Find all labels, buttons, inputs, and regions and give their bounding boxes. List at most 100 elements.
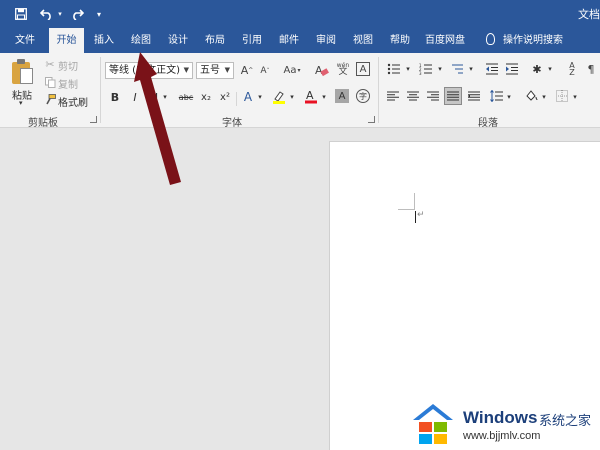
customize-toolbar-icon[interactable]: ▾ bbox=[94, 6, 104, 22]
copy-button[interactable]: 复制 bbox=[58, 76, 78, 91]
tab-baidu-netdisk[interactable]: 百度网盘 bbox=[420, 28, 470, 53]
copy-icon bbox=[44, 76, 56, 88]
highlight-icon[interactable] bbox=[271, 89, 287, 105]
group-divider bbox=[100, 57, 101, 123]
redo-icon[interactable] bbox=[69, 6, 85, 22]
highlight-swatch bbox=[273, 101, 285, 104]
font-group-label: 字体 bbox=[222, 118, 242, 129]
clear-formatting-icon[interactable]: A bbox=[314, 62, 330, 78]
tab-view[interactable]: 视图 bbox=[346, 28, 380, 53]
font-size-value: 五号 bbox=[200, 65, 220, 76]
increase-indent-icon[interactable] bbox=[504, 62, 520, 76]
ribbon-tabs: 文件 开始 插入 绘图 设计 布局 引用 邮件 审阅 视图 帮助 百度网盘 操作… bbox=[0, 28, 600, 53]
numbering-icon[interactable]: 123 bbox=[418, 62, 434, 76]
highlight-dropdown-icon[interactable]: ▾ bbox=[288, 89, 296, 105]
document-page[interactable] bbox=[329, 141, 600, 450]
tab-layout[interactable]: 布局 bbox=[198, 28, 232, 53]
tab-draw[interactable]: 绘图 bbox=[124, 28, 158, 53]
title-bar: ▾ ▾ 文档 bbox=[0, 0, 600, 28]
character-border-button[interactable]: A bbox=[356, 62, 370, 76]
shading-dropdown-icon[interactable]: ▾ bbox=[540, 89, 548, 105]
group-divider bbox=[236, 92, 237, 106]
change-case-label: Aa bbox=[283, 64, 297, 76]
borders-icon[interactable] bbox=[555, 89, 569, 103]
ribbon-home: 粘贴 ▾ ✂ 剪切 复制 格式刷 剪贴板 等线 (中文正文) ▼ 五号 ▼ A ^ A… bbox=[0, 53, 600, 129]
watermark-brand: Windows bbox=[463, 408, 538, 427]
show-marks-icon[interactable]: ¶ bbox=[584, 62, 598, 76]
underline-dropdown-icon[interactable]: ▾ bbox=[161, 89, 169, 105]
sort-icon[interactable]: AZ bbox=[564, 61, 580, 77]
italic-button[interactable]: I bbox=[129, 89, 141, 105]
clipboard-group-label: 剪贴板 bbox=[28, 118, 58, 129]
align-center-icon[interactable] bbox=[406, 89, 420, 103]
tell-me-search[interactable]: 操作说明搜索 bbox=[486, 28, 563, 53]
tab-insert[interactable]: 插入 bbox=[87, 28, 121, 53]
margin-mark bbox=[398, 209, 415, 210]
paragraph-mark-icon: ↵ bbox=[417, 210, 425, 220]
cut-button[interactable]: 剪切 bbox=[58, 58, 78, 73]
svg-text:A: A bbox=[306, 89, 314, 102]
undo-icon[interactable] bbox=[38, 6, 54, 22]
underline-button[interactable]: U bbox=[148, 89, 160, 105]
chevron-down-icon: ▼ bbox=[183, 66, 189, 74]
text-effects-dropdown-icon[interactable]: ▾ bbox=[256, 89, 264, 105]
watermark-url: www.bjjmlv.com bbox=[463, 430, 541, 442]
shrink-font-button[interactable]: Aˇ bbox=[258, 63, 272, 79]
asian-layout-dropdown-icon[interactable]: ▾ bbox=[546, 61, 554, 77]
align-right-icon[interactable] bbox=[426, 89, 440, 103]
asian-layout-icon[interactable]: ✱ bbox=[529, 61, 545, 77]
tab-help[interactable]: 帮助 bbox=[383, 28, 417, 53]
bullets-dropdown-icon[interactable]: ▾ bbox=[404, 61, 412, 77]
font-size-combo[interactable]: 五号 ▼ bbox=[196, 62, 234, 79]
strikethrough-button[interactable]: abc bbox=[177, 89, 195, 105]
line-spacing-icon[interactable] bbox=[489, 89, 503, 103]
svg-text:A: A bbox=[315, 64, 323, 77]
font-name-combo[interactable]: 等线 (中文正文) ▼ bbox=[105, 62, 193, 79]
superscript-button[interactable]: x² bbox=[218, 89, 232, 105]
grow-font-label: A bbox=[240, 63, 249, 77]
font-name-value: 等线 (中文正文) bbox=[109, 65, 180, 76]
grow-font-button[interactable]: A ^ bbox=[240, 62, 254, 78]
bullets-icon[interactable] bbox=[386, 62, 402, 76]
text-effects-icon[interactable]: A bbox=[241, 90, 255, 104]
multilevel-list-icon[interactable] bbox=[449, 62, 465, 76]
format-painter-button[interactable]: 格式刷 bbox=[58, 94, 88, 109]
tab-review[interactable]: 审阅 bbox=[309, 28, 343, 53]
align-left-icon[interactable] bbox=[386, 89, 400, 103]
text-cursor bbox=[415, 211, 416, 223]
multilevel-dropdown-icon[interactable]: ▾ bbox=[467, 61, 475, 77]
tab-home[interactable]: 开始 bbox=[49, 28, 84, 53]
enclose-character-icon[interactable]: 字 bbox=[356, 89, 370, 103]
phonetic-guide-button[interactable]: wén 文 bbox=[335, 60, 351, 78]
numbering-dropdown-icon[interactable]: ▾ bbox=[436, 61, 444, 77]
tab-file[interactable]: 文件 bbox=[6, 28, 44, 53]
paragraph-group-label: 段落 bbox=[478, 118, 498, 129]
tab-design[interactable]: 设计 bbox=[161, 28, 195, 53]
window-title: 文档 bbox=[578, 8, 600, 21]
clipboard-launcher-icon[interactable] bbox=[90, 116, 97, 123]
borders-dropdown-icon[interactable]: ▾ bbox=[571, 89, 579, 105]
tell-me-label: 操作说明搜索 bbox=[503, 35, 563, 46]
font-color-icon[interactable]: A bbox=[304, 88, 318, 104]
character-shading-icon[interactable]: A bbox=[335, 89, 349, 103]
subscript-button[interactable]: x₂ bbox=[199, 89, 213, 105]
margin-mark bbox=[414, 193, 415, 210]
shading-icon[interactable] bbox=[524, 89, 538, 103]
svg-text:3: 3 bbox=[419, 71, 422, 75]
line-spacing-dropdown-icon[interactable]: ▾ bbox=[505, 89, 513, 105]
paste-icon[interactable] bbox=[12, 59, 34, 85]
distributed-icon[interactable] bbox=[467, 89, 481, 103]
tab-mailings[interactable]: 邮件 bbox=[272, 28, 306, 53]
font-launcher-icon[interactable] bbox=[368, 116, 375, 123]
paste-dropdown-icon[interactable]: ▾ bbox=[19, 99, 23, 107]
change-case-button[interactable]: Aa ▾ bbox=[280, 62, 304, 78]
undo-dropdown-icon[interactable]: ▾ bbox=[56, 6, 64, 22]
decrease-indent-icon[interactable] bbox=[484, 62, 500, 76]
bold-button[interactable]: B bbox=[109, 89, 121, 105]
font-color-dropdown-icon[interactable]: ▾ bbox=[320, 89, 328, 105]
justify-icon[interactable] bbox=[444, 87, 462, 105]
group-divider bbox=[378, 57, 379, 123]
scissors-icon: ✂ bbox=[45, 57, 55, 71]
save-icon[interactable] bbox=[13, 6, 29, 22]
tab-references[interactable]: 引用 bbox=[235, 28, 269, 53]
